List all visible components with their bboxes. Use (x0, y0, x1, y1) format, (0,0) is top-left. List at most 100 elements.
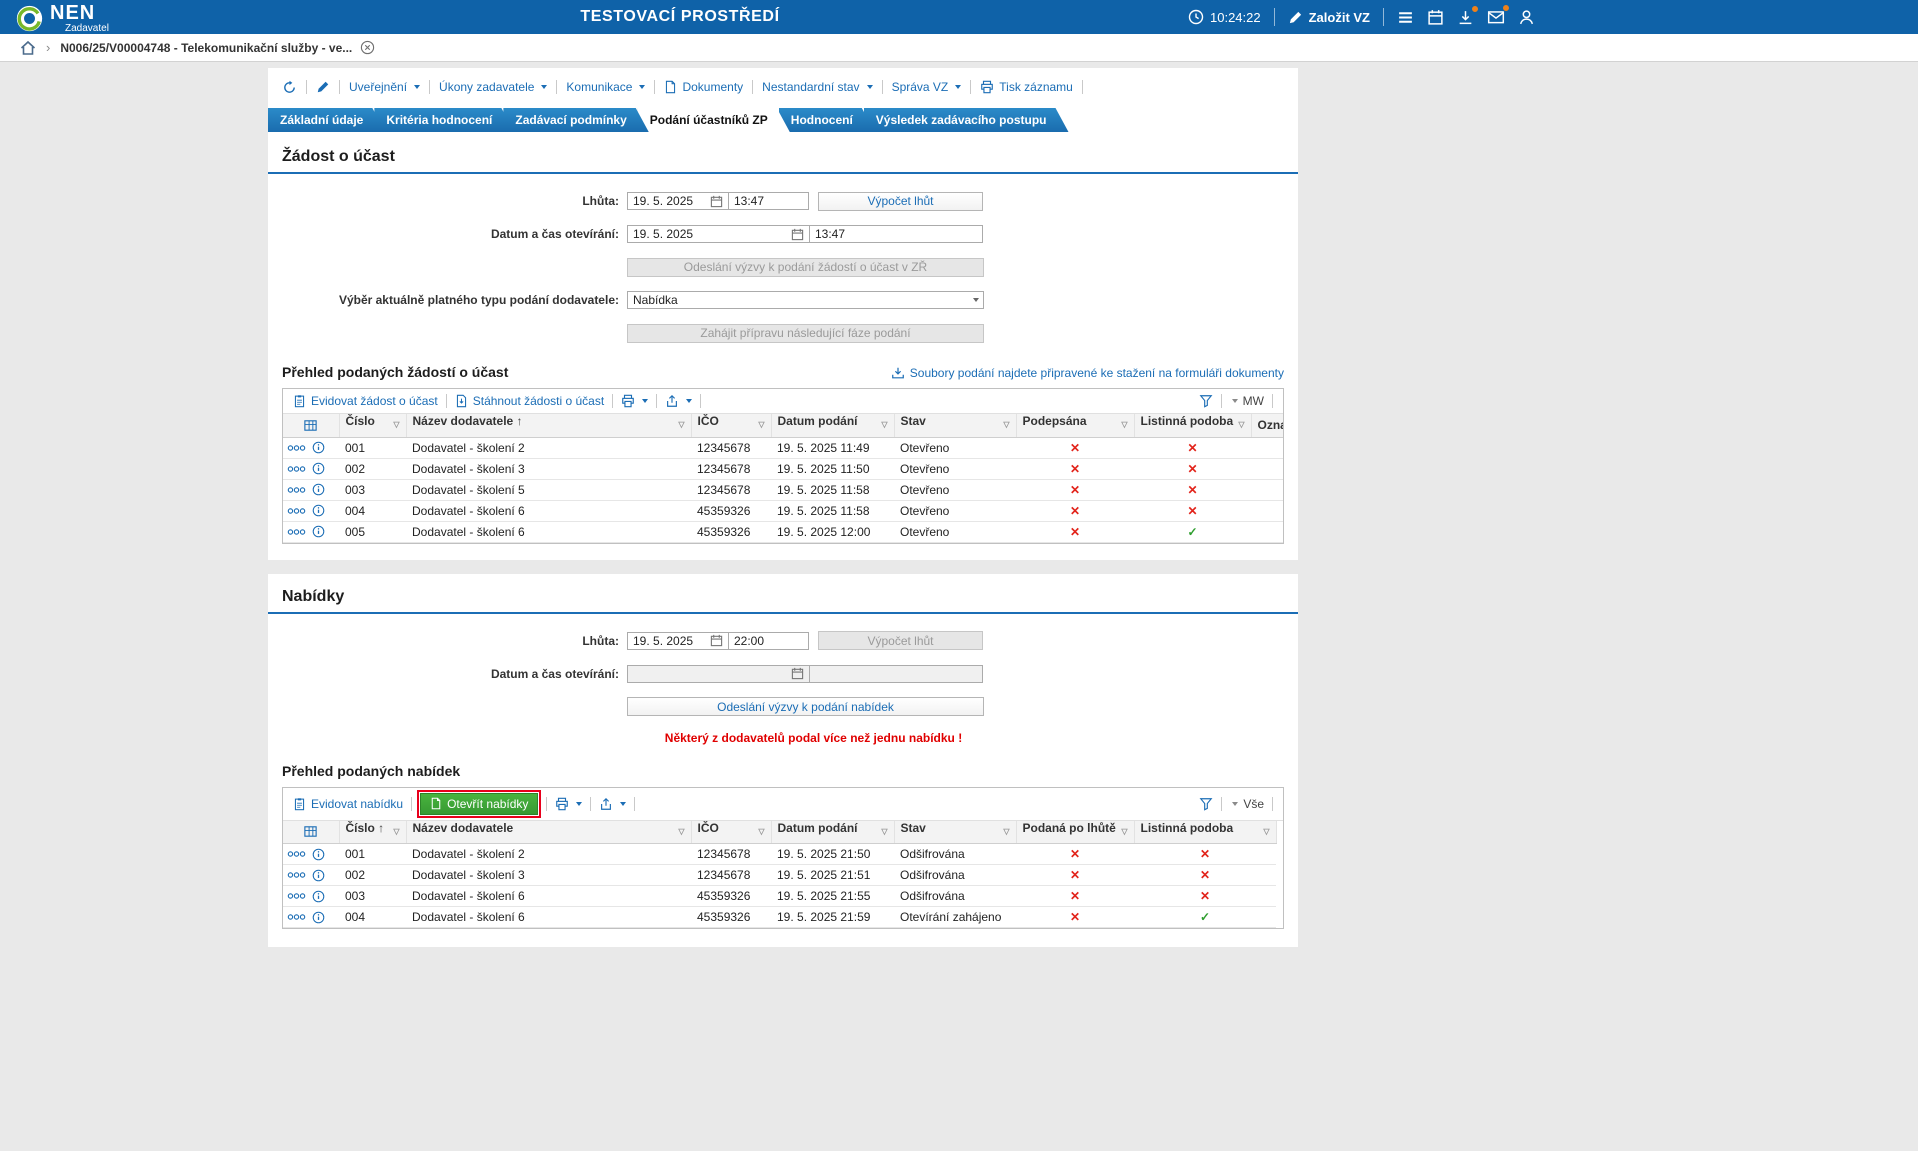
filter-caret-icon[interactable] (678, 414, 684, 436)
calendar-icon[interactable] (710, 195, 723, 208)
info-icon[interactable] (312, 525, 325, 538)
tab-zakladni-udaje[interactable]: Základní údaje (268, 108, 385, 132)
edit-record-button[interactable] (316, 80, 330, 94)
filter-caret-icon[interactable] (758, 821, 764, 843)
row-menu-icon[interactable] (287, 913, 306, 921)
col-listinna-podoba[interactable]: Listinná podoba (1134, 414, 1251, 437)
col-oznaceni[interactable]: Označení (1251, 414, 1283, 437)
info-icon[interactable] (312, 504, 325, 517)
menu-nestandardni-stav[interactable]: Nestandardní stav (762, 80, 872, 94)
evidovat-nabidku-button[interactable]: Evidovat nabídku (293, 797, 403, 811)
tab-vysledek[interactable]: Výsledek zadávacího postupu (864, 108, 1069, 132)
lhuta-date-input[interactable]: 19. 5. 2025 (627, 192, 729, 210)
info-icon[interactable] (312, 483, 325, 496)
menu-sprava-vz[interactable]: Správa VZ (892, 80, 962, 94)
table-row[interactable]: 002 Dodavatel - školení 3 12345678 19. 5… (283, 458, 1283, 479)
info-icon[interactable] (312, 462, 325, 475)
nabidky-lhuta-date-input[interactable]: 19. 5. 2025 (627, 632, 729, 650)
info-icon[interactable] (312, 848, 325, 861)
col-listinna-podoba[interactable]: Listinná podoba (1134, 821, 1276, 844)
filter-caret-icon[interactable] (881, 414, 887, 436)
files-download-link[interactable]: Soubory podání najdete připravené ke sta… (891, 366, 1284, 380)
app-logo[interactable]: NEN Zadavatel (16, 3, 109, 34)
col-podepsana[interactable]: Podepsána (1016, 414, 1134, 437)
table-row[interactable]: 001 Dodavatel - školení 2 12345678 19. 5… (283, 844, 1276, 865)
nabidky-lhuta-time-input[interactable]: 22:00 (728, 632, 809, 650)
filter-caret-icon[interactable] (881, 821, 887, 843)
col-podana-po-lhute[interactable]: Podaná po lhůtě (1016, 821, 1134, 844)
otevrit-nabidky-button[interactable]: Otevřít nabídky (420, 793, 538, 815)
table-row[interactable]: 003 Dodavatel - školení 6 45359326 19. 5… (283, 886, 1276, 907)
table-row[interactable]: 002 Dodavatel - školení 3 12345678 19. 5… (283, 865, 1276, 886)
tab-kriteria-hodnoceni[interactable]: Kritéria hodnocení (374, 108, 514, 132)
filter-preset-dropdown[interactable]: MW (1230, 394, 1264, 408)
filter-caret-icon[interactable] (1121, 821, 1127, 843)
tab-zadavaci-podminky[interactable]: Zadávací podmínky (503, 108, 648, 132)
info-icon[interactable] (312, 890, 325, 903)
menu-button[interactable] (1397, 9, 1414, 26)
table-row[interactable]: 004 Dodavatel - školení 6 45359326 19. 5… (283, 907, 1276, 928)
table-row[interactable]: 001 Dodavatel - školení 2 12345678 19. 5… (283, 437, 1283, 458)
filter-caret-icon[interactable] (393, 414, 399, 436)
tab-hodnoceni[interactable]: Hodnocení (779, 108, 875, 132)
nabidky-otevirani-date-input[interactable] (627, 665, 810, 683)
vypocet-lhut-button[interactable]: Výpočet lhůt (818, 192, 983, 211)
col-cislo[interactable]: Číslo (339, 821, 406, 844)
col-stav[interactable]: Stav (894, 821, 1016, 844)
row-menu-icon[interactable] (287, 465, 306, 473)
stahnout-zadosti-button[interactable]: Stáhnout žádosti o účast (455, 394, 604, 408)
filter-caret-icon[interactable] (393, 821, 399, 843)
row-menu-icon[interactable] (287, 892, 306, 900)
breadcrumb-item-vz[interactable]: N006/25/V00004748 - Telekomunikační služ… (60, 40, 375, 55)
col-ico[interactable]: IČO (691, 414, 771, 437)
col-stav[interactable]: Stav (894, 414, 1016, 437)
calendar-button[interactable] (1427, 9, 1444, 26)
filter-caret-icon[interactable] (678, 821, 684, 843)
menu-uverejneni[interactable]: Uveřejnění (349, 80, 420, 94)
table-row[interactable]: 003 Dodavatel - školení 5 12345678 19. 5… (283, 479, 1283, 500)
row-menu-icon[interactable] (287, 850, 306, 858)
col-nazev-dodavatele[interactable]: Název dodavatele (406, 414, 691, 437)
filter-button[interactable] (1199, 394, 1213, 408)
export-table-button[interactable] (599, 797, 626, 811)
downloads-button[interactable] (1457, 9, 1474, 26)
filter-caret-icon[interactable] (1238, 414, 1244, 436)
column-settings-header[interactable] (283, 414, 339, 437)
col-nazev-dodavatele[interactable]: Název dodavatele (406, 821, 691, 844)
otevirani-date-input[interactable]: 19. 5. 2025 (627, 225, 810, 243)
row-menu-icon[interactable] (287, 528, 306, 536)
col-datum-podani[interactable]: Datum podání (771, 821, 894, 844)
menu-dokumenty[interactable]: Dokumenty (664, 80, 743, 94)
filter-caret-icon[interactable] (1003, 821, 1009, 843)
messages-button[interactable] (1487, 8, 1505, 26)
col-datum-podani[interactable]: Datum podání (771, 414, 894, 437)
info-icon[interactable] (312, 441, 325, 454)
filter-caret-icon[interactable] (1121, 414, 1127, 436)
filter-caret-icon[interactable] (1003, 414, 1009, 436)
row-menu-icon[interactable] (287, 507, 306, 515)
calendar-icon[interactable] (791, 228, 804, 241)
row-menu-icon[interactable] (287, 486, 306, 494)
history-button[interactable] (282, 80, 297, 95)
otevirani-time-input[interactable]: 13:47 (809, 225, 983, 243)
col-ico[interactable]: IČO (691, 821, 771, 844)
menu-komunikace[interactable]: Komunikace (566, 80, 645, 94)
column-settings-header[interactable] (283, 821, 339, 844)
row-menu-icon[interactable] (287, 444, 306, 452)
print-table-button[interactable] (555, 797, 582, 811)
typ-podani-select[interactable]: Nabídka (627, 291, 984, 309)
user-button[interactable] (1518, 9, 1535, 26)
calendar-icon[interactable] (710, 634, 723, 647)
row-menu-icon[interactable] (287, 871, 306, 879)
info-icon[interactable] (312, 911, 325, 924)
table-row[interactable]: 004 Dodavatel - školení 6 45359326 19. 5… (283, 500, 1283, 521)
evidovat-zadost-button[interactable]: Evidovat žádost o účast (293, 394, 438, 408)
calendar-icon[interactable] (791, 667, 804, 680)
filter-caret-icon[interactable] (1263, 821, 1269, 843)
print-table-button[interactable] (621, 394, 648, 408)
col-cislo[interactable]: Číslo (339, 414, 406, 437)
tab-podani-ucastniku-zp[interactable]: Podání účastníků ZP (638, 108, 790, 132)
lhuta-time-input[interactable]: 13:47 (728, 192, 809, 210)
table-row[interactable]: 005 Dodavatel - školení 6 45359326 19. 5… (283, 521, 1283, 542)
odeslani-vyzvy-nabidek-button[interactable]: Odeslání výzvy k podání nabídek (627, 697, 984, 716)
